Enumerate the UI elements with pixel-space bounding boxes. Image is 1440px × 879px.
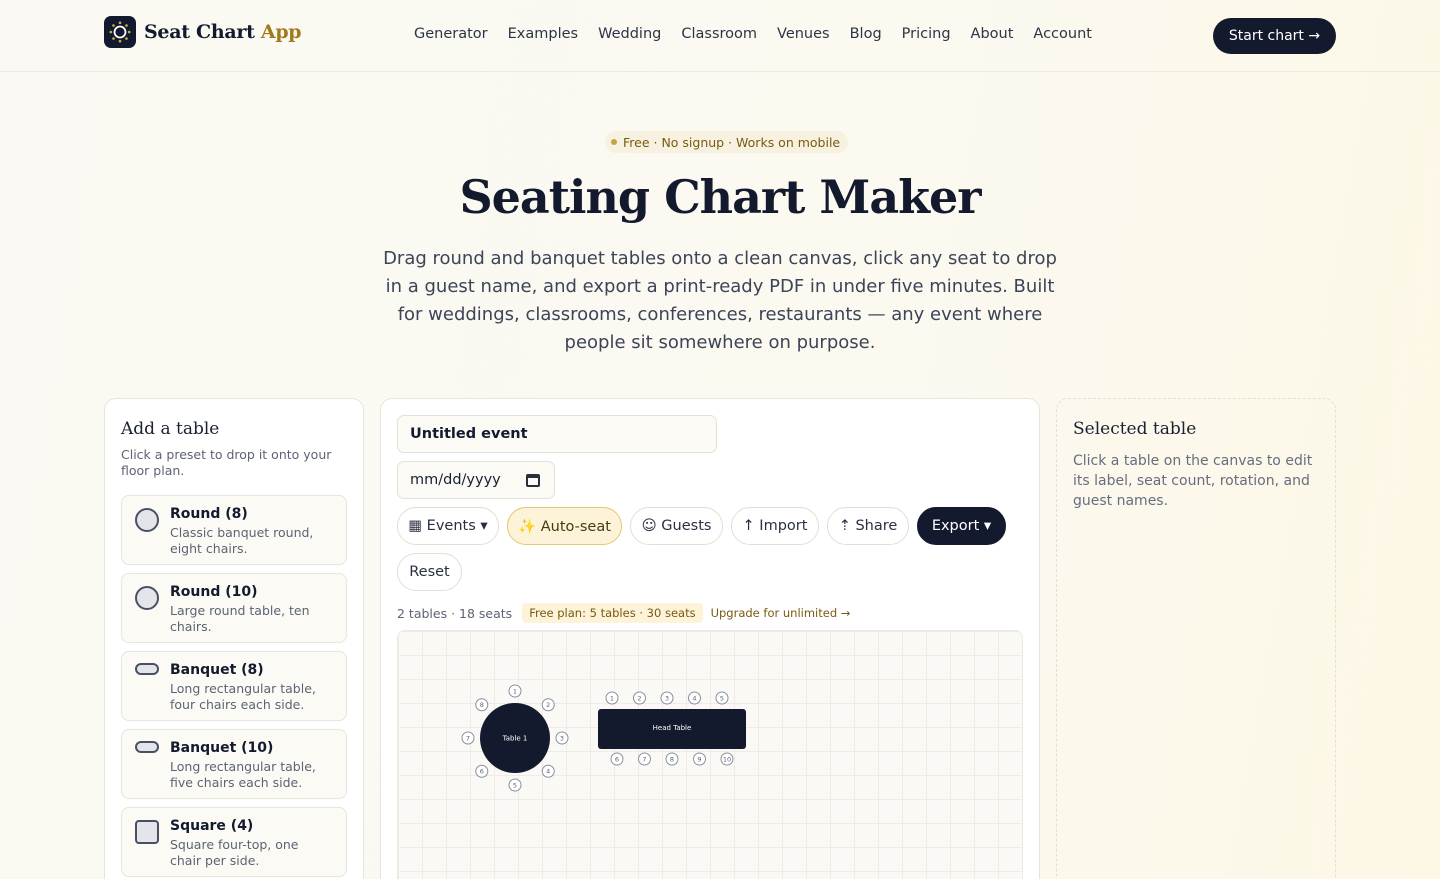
main-nav: Generator Examples Wedding Classroom Ven… — [414, 26, 1112, 42]
preset-round-10[interactable]: Round (10) Large round table, ten chairs… — [121, 573, 347, 643]
preset-description: Large round table, ten chairs. — [170, 603, 310, 634]
nav-about[interactable]: About — [971, 26, 1014, 42]
start-chart-button[interactable]: Start chart → — [1213, 18, 1336, 54]
round-table-icon — [135, 508, 159, 532]
site-header: Seat Chart App Generator Examples Weddin… — [0, 0, 1440, 72]
banquet-table-icon — [135, 663, 159, 675]
nav-wedding[interactable]: Wedding — [598, 26, 661, 42]
preset-name: Square (4) — [170, 818, 254, 834]
seat-number: 3 — [560, 734, 564, 742]
seat-number: 10 — [723, 755, 731, 763]
page-title: Seating Chart Maker — [459, 170, 981, 224]
nav-classroom[interactable]: Classroom — [681, 26, 757, 42]
seat-number: 4 — [546, 768, 550, 776]
table-label: Table 1 — [502, 735, 528, 743]
events-button[interactable]: ▦ Events ▾ — [397, 507, 499, 545]
banquet-table-icon — [135, 741, 159, 753]
preset-square-4[interactable]: Square (4) Square four-top, one chair pe… — [121, 807, 347, 877]
brand-logo[interactable]: Seat Chart App — [104, 16, 302, 48]
add-table-title: Add a table — [121, 419, 220, 439]
seat-number: 5 — [720, 694, 724, 702]
selected-table-panel: Selected table Click a table on the canv… — [1056, 398, 1336, 879]
seat-number: 2 — [546, 701, 550, 709]
round-table-icon — [135, 586, 159, 610]
preset-name: Round (8) — [170, 506, 248, 522]
table-label: Head Table — [653, 724, 692, 732]
seat-number: 9 — [697, 755, 701, 763]
preset-banquet-10[interactable]: Banquet (10) Long rectangular table, fiv… — [121, 729, 347, 799]
preset-name: Round (10) — [170, 584, 258, 600]
guests-button[interactable]: ☺ Guests — [630, 507, 723, 545]
hero-subtitle: Drag round and banquet tables onto a cle… — [383, 248, 1057, 353]
upgrade-link[interactable]: Upgrade for unlimited → — [711, 606, 851, 620]
date-placeholder: mm/dd/yyyy — [410, 472, 501, 488]
editor-panel: mm/dd/yyyy ▦ Events ▾ ✨ Auto-seat ☺ Gues… — [380, 398, 1040, 879]
seat-number: 6 — [615, 755, 619, 763]
preset-name: Banquet (10) — [170, 740, 274, 756]
hero-badge: Free · No signup · Works on mobile — [605, 131, 849, 153]
add-table-panel: Add a table Click a preset to drop it on… — [104, 398, 364, 879]
nav-venues[interactable]: Venues — [777, 26, 830, 42]
seat-number: 7 — [466, 734, 470, 742]
square-table-icon — [135, 820, 159, 844]
table-seat-count: 2 tables · 18 seats — [397, 605, 513, 621]
sun-icon — [104, 16, 136, 48]
nav-generator[interactable]: Generator — [414, 26, 488, 42]
add-table-description: Click a preset to drop it onto your floo… — [121, 447, 332, 478]
seat-number: 1 — [610, 694, 614, 702]
floor-plan-canvas[interactable]: Table 1 1 2 3 4 5 6 7 8 Head Table 1 2 3 4 5 6 7 8 9 10 — [397, 630, 1023, 879]
preset-banquet-8[interactable]: Banquet (8) Long rectangular table, four… — [121, 651, 347, 721]
event-name-input[interactable] — [397, 415, 717, 453]
selected-table-title: Selected table — [1073, 419, 1197, 439]
preset-round-8[interactable]: Round (8) Classic banquet round, eight c… — [121, 495, 347, 565]
floor-plan-svg: Table 1 1 2 3 4 5 6 7 8 Head Table 1 2 3 4 5 6 7 8 9 10 — [461, 684, 746, 792]
reset-button[interactable]: Reset — [397, 553, 462, 591]
calendar-icon[interactable] — [526, 474, 540, 487]
brand-name: Seat Chart App — [144, 21, 302, 43]
share-button[interactable]: ⇡ Share — [827, 507, 909, 545]
nav-examples[interactable]: Examples — [508, 26, 578, 42]
selected-table-description: Click a table on the canvas to edit its … — [1073, 453, 1313, 509]
seat-number: 1 — [513, 687, 517, 695]
preset-description: Square four-top, one chair per side. — [170, 837, 299, 868]
seat-number: 8 — [670, 755, 674, 763]
nav-pricing[interactable]: Pricing — [902, 26, 951, 42]
preset-name: Banquet (8) — [170, 662, 264, 678]
seat-number: 5 — [513, 781, 517, 789]
seat-number: 6 — [480, 768, 484, 776]
brand-accent: App — [260, 21, 302, 43]
event-date-field[interactable]: mm/dd/yyyy — [397, 461, 555, 499]
preset-description: Classic banquet round, eight chairs. — [170, 525, 314, 556]
nav-blog[interactable]: Blog — [850, 26, 882, 42]
hero-badge-text: Free · No signup · Works on mobile — [623, 134, 841, 150]
seat-number: 2 — [637, 694, 641, 702]
canvas-stats: 2 tables · 18 seats Free plan: 5 tables … — [397, 603, 850, 623]
seat-number: 4 — [692, 694, 696, 702]
seat-number: 3 — [665, 694, 669, 702]
seat-number: 8 — [480, 701, 484, 709]
auto-seat-button[interactable]: ✨ Auto-seat — [507, 507, 622, 545]
preset-description: Long rectangular table, four chairs each… — [170, 681, 316, 712]
dot-icon — [611, 139, 617, 145]
import-button[interactable]: ↑ Import — [731, 507, 819, 545]
export-button[interactable]: Export ▾ — [917, 507, 1006, 545]
preset-description: Long rectangular table, five chairs each… — [170, 759, 316, 790]
nav-account[interactable]: Account — [1033, 26, 1092, 42]
seat-number: 7 — [642, 755, 646, 763]
plan-badge: Free plan: 5 tables · 30 seats — [522, 603, 703, 623]
